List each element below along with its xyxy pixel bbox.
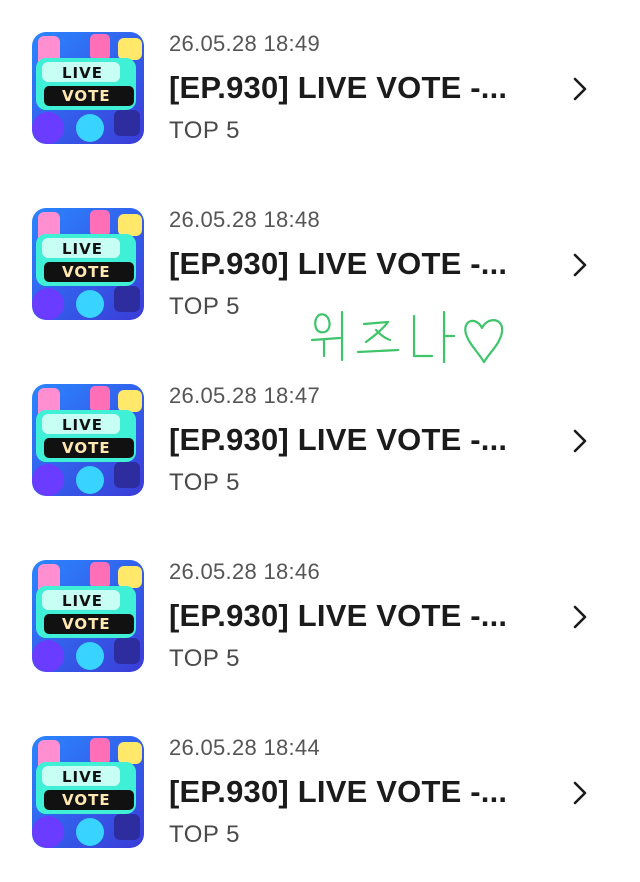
live-text: LIVE [62, 416, 103, 434]
chevron-right-icon[interactable] [566, 426, 594, 456]
item-title: [EP.930] LIVE VOTE -... [169, 246, 508, 281]
vote-text: VOTE [62, 263, 111, 281]
timestamp: 26.05.28 18:49 [169, 31, 321, 56]
vote-text: VOTE [62, 615, 111, 633]
live-vote-thumbnail: LIVE VOTE [32, 384, 144, 496]
live-text: LIVE [62, 768, 103, 786]
live-vote-thumbnail: LIVE VOTE [32, 560, 144, 672]
live-vote-thumbnail: LIVE VOTE [32, 736, 144, 848]
timestamp: 26.05.28 18:46 [169, 559, 321, 584]
chevron-right-icon[interactable] [566, 74, 594, 104]
live-vote-thumbnail: LIVE VOTE [32, 32, 144, 144]
vote-text: VOTE [62, 87, 111, 105]
timestamp: 26.05.28 18:47 [169, 383, 321, 408]
live-text: LIVE [62, 240, 103, 258]
item-title: [EP.930] LIVE VOTE -... [169, 422, 508, 457]
item-subtitle: TOP 5 [169, 645, 240, 672]
list-item[interactable]: LIVE VOTE 26.05.28 18:48 [EP.930] LIVE V… [0, 176, 640, 352]
item-subtitle: TOP 5 [169, 469, 240, 496]
chevron-right-icon[interactable] [566, 778, 594, 808]
item-title: [EP.930] LIVE VOTE -... [169, 70, 508, 105]
item-subtitle: TOP 5 [169, 821, 240, 848]
list-item[interactable]: LIVE VOTE 26.05.28 18:47 [EP.930] LIVE V… [0, 352, 640, 528]
list-item[interactable]: LIVE VOTE 26.05.28 18:44 [EP.930] LIVE V… [0, 704, 640, 880]
item-subtitle: TOP 5 [169, 293, 240, 320]
vote-text: VOTE [62, 791, 111, 809]
timestamp: 26.05.28 18:44 [169, 735, 321, 760]
live-text: LIVE [62, 64, 103, 82]
item-subtitle: TOP 5 [169, 117, 240, 144]
chevron-right-icon[interactable] [566, 250, 594, 280]
vote-history-list: LIVE VOTE 26.05.28 18:49 [EP.930] LIVE V… [0, 0, 640, 882]
item-title: [EP.930] LIVE VOTE -... [169, 598, 508, 633]
vote-text: VOTE [62, 439, 111, 457]
list-item[interactable]: LIVE VOTE 26.05.28 18:46 [EP.930] LIVE V… [0, 528, 640, 704]
list-item[interactable]: LIVE VOTE 26.05.28 18:49 [EP.930] LIVE V… [0, 0, 640, 176]
timestamp: 26.05.28 18:48 [169, 207, 321, 232]
live-text: LIVE [62, 592, 103, 610]
live-vote-thumbnail: LIVE VOTE [32, 208, 144, 320]
item-title: [EP.930] LIVE VOTE -... [169, 774, 508, 809]
chevron-right-icon[interactable] [566, 602, 594, 632]
